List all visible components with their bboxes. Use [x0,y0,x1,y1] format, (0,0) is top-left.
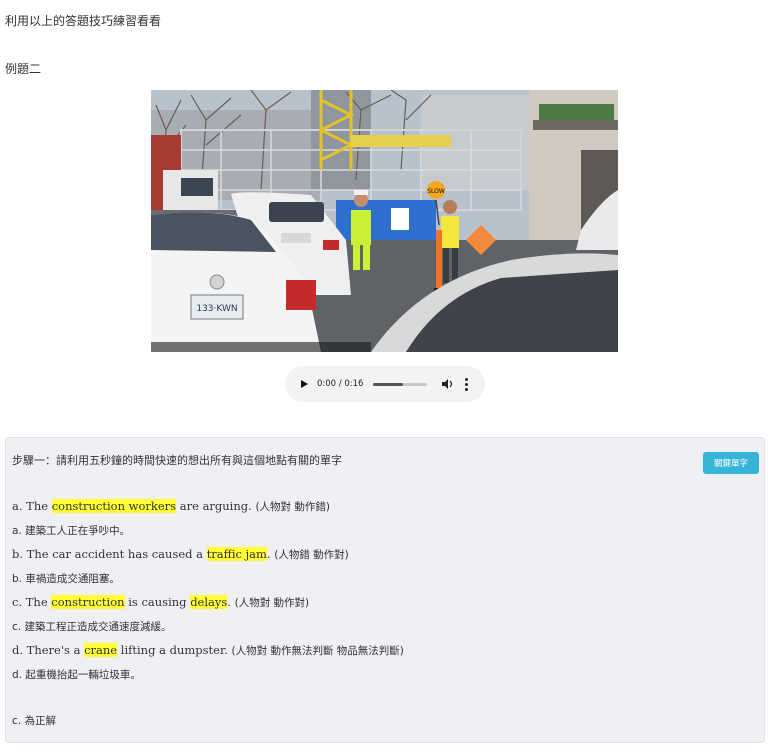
plate-text: 133·KWN [196,304,237,314]
sentence-text: are arguing. [176,499,256,513]
slow-sign-text: SLOW [427,188,445,195]
option-d-sentence: d. There's a crane lifting a dumpster. (… [12,643,404,658]
option-note: (人物錯 動作對) [274,549,349,561]
audio-time: 0:00 / 0:16 [317,379,364,389]
option-c-sentence: c. The construction is causing delays. (… [12,595,309,610]
question-photo: SLOW 133·KWN [151,90,618,352]
keyword-button[interactable]: 關鍵單字 [703,452,759,474]
sentence-text: b. The car accident has caused a [12,547,207,561]
highlighted-keyword: traffic jam [206,547,267,561]
audio-player[interactable]: 0:00 / 0:16 [285,366,485,402]
step-panel: 步驟一：請利用五秒鐘的時間快速的想出所有與這個地點有關的單字 關鍵單字 a. T… [5,437,765,743]
sentence-text: . [227,595,235,609]
answer-text: c. 為正解 [12,715,56,727]
sentence-text: d. There's a [12,643,85,657]
intro-text: 利用以上的答題技巧練習看看 [5,14,162,28]
more-options-icon[interactable] [465,377,469,391]
play-icon[interactable] [301,380,308,388]
sentence-text: a. The [12,499,52,513]
highlighted-keyword: delays [190,595,228,609]
volume-icon[interactable] [442,379,454,389]
option-a-sentence: a. The construction workers are arguing.… [12,499,330,514]
option-d-translation: d. 起重機抬起一輛垃圾車。 [12,669,141,681]
option-a-translation: a. 建築工人正在爭吵中。 [12,525,131,537]
sentence-text: is causing [124,595,191,609]
sentence-text: lifting a dumpster. [117,643,232,657]
audio-progress-fill [373,382,404,386]
sentence-text: c. The [12,595,52,609]
highlighted-keyword: crane [84,643,118,657]
option-note: (人物對 動作錯) [255,501,330,513]
option-c-translation: c. 建築工程正造成交通速度減緩。 [12,621,172,633]
option-b-translation: b. 車禍造成交通阻塞。 [12,573,120,585]
audio-progress-slider[interactable] [373,382,428,386]
step-instruction: 步驟一：請利用五秒鐘的時間快速的想出所有與這個地點有關的單字 [12,454,342,467]
highlighted-keyword: construction workers [51,499,177,513]
option-note: (人物對 動作對) [234,597,310,609]
highlighted-keyword: construction [51,595,125,609]
option-b-sentence: b. The car accident has caused a traffic… [12,547,349,562]
example-title: 例題二 [5,62,42,76]
option-note: (人物對 動作無法判斷 物品無法判斷) [231,645,404,657]
